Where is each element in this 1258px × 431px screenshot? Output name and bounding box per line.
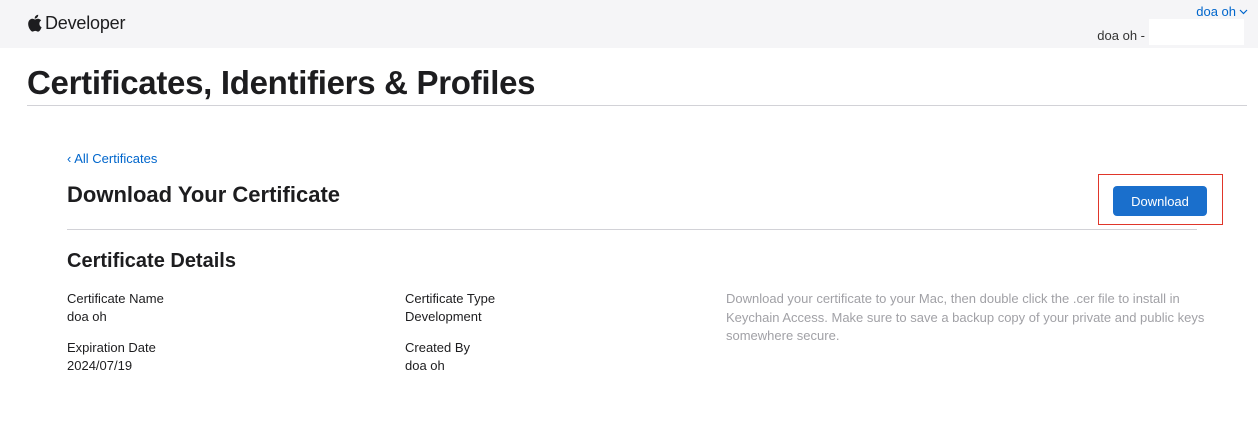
account-menu-label: doa oh bbox=[1196, 4, 1236, 19]
brand-label: Developer bbox=[45, 12, 126, 33]
download-instructions: Download your certificate to your Mac, t… bbox=[726, 291, 1205, 343]
back-to-certificates-link[interactable]: ‹ All Certificates bbox=[67, 151, 157, 166]
apple-logo-icon bbox=[27, 14, 42, 32]
global-header: Developer doa oh doa oh - bbox=[0, 0, 1258, 48]
page-title: Certificates, Identifiers & Profiles bbox=[27, 64, 536, 101]
field-value: 2024/07/19 bbox=[67, 358, 133, 373]
developer-brand[interactable]: Developer bbox=[27, 11, 125, 35]
section-divider bbox=[67, 229, 1197, 230]
account-menu[interactable]: doa oh bbox=[1196, 4, 1248, 19]
team-name: doa oh - bbox=[1097, 28, 1145, 43]
field-certificate-type: Certificate Type Development bbox=[405, 290, 495, 326]
field-value: doa oh bbox=[405, 358, 445, 373]
back-link-label: All Certificates bbox=[74, 151, 158, 166]
title-divider bbox=[27, 105, 1247, 106]
team-indicator: doa oh - bbox=[1097, 19, 1244, 45]
section-title: Download Your Certificate bbox=[67, 182, 341, 207]
field-created-by: Created By doa oh bbox=[405, 339, 470, 375]
field-value: Development bbox=[405, 309, 482, 324]
field-value: doa oh bbox=[67, 309, 107, 324]
field-expiration-date: Expiration Date 2024/07/19 bbox=[67, 339, 156, 375]
field-certificate-name: Certificate Name doa oh bbox=[67, 290, 164, 326]
field-label: Certificate Name bbox=[67, 291, 164, 306]
redacted-team-id bbox=[1149, 19, 1244, 45]
download-button[interactable]: Download bbox=[1113, 186, 1207, 216]
details-title: Certificate Details bbox=[67, 250, 236, 272]
chevron-down-icon bbox=[1239, 9, 1248, 15]
field-label: Certificate Type bbox=[405, 291, 496, 306]
field-label: Created By bbox=[405, 340, 471, 355]
field-label: Expiration Date bbox=[67, 340, 156, 355]
